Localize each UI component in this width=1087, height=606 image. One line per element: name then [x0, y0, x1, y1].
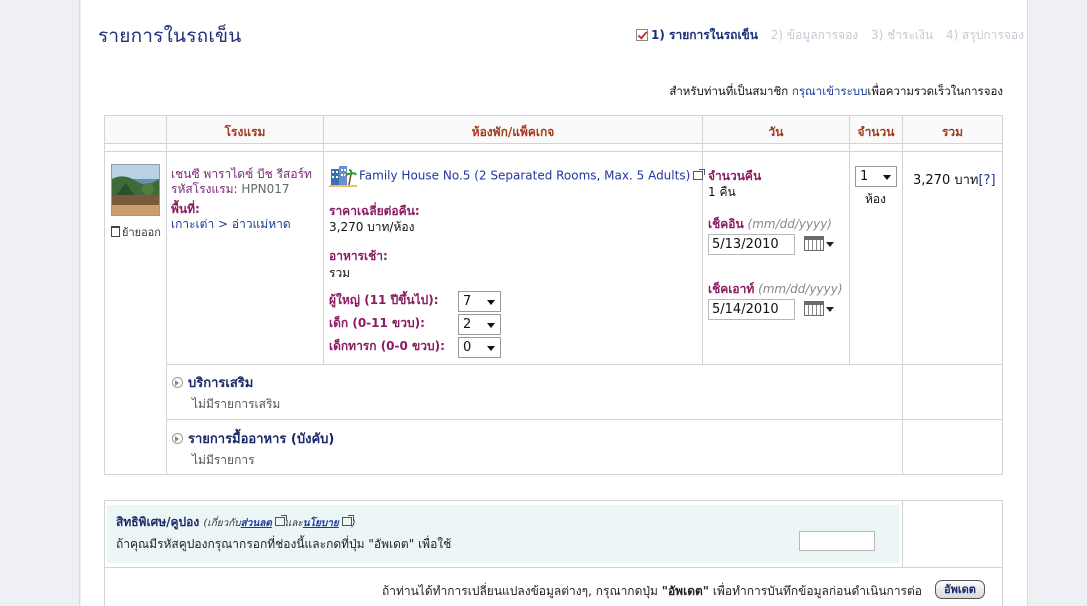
hotel-building-icon — [329, 165, 357, 187]
total-value: 3,270 บาท — [913, 173, 979, 188]
login-link[interactable]: กรุณาเข้าระบบ — [792, 84, 867, 98]
external-link-icon — [274, 515, 287, 526]
main-panel: รายการในรถเข็น 1) รายการในรถเข็น 2) ข้อม… — [81, 0, 1027, 606]
area-value[interactable]: เกาะเต่า > อ่าวแม่หาด — [171, 217, 312, 232]
expand-icon — [172, 433, 183, 444]
extras-empty: ไม่มีรายการเสริม — [192, 397, 281, 411]
divider — [166, 364, 1002, 365]
note-mid: และ — [284, 518, 303, 529]
col-total: รวม — [941, 125, 964, 139]
checkin-label: เช็คอิน — [708, 217, 744, 231]
extras-title: บริการเสริม — [188, 376, 254, 391]
discount-link[interactable]: ส่วนลด — [241, 518, 272, 529]
divider — [105, 151, 1002, 152]
hotel-thumbnail[interactable] — [111, 164, 160, 216]
trash-icon — [111, 226, 120, 237]
divider — [166, 419, 1002, 420]
update-button[interactable]: อัพเดต — [935, 580, 985, 599]
divider — [166, 116, 167, 474]
member-login-notice: สำหรับท่านที่เป็นสมาชิก กรุณาเข้าระบบเพื… — [669, 83, 1003, 101]
update-text-suffix: เพื่อทำการบันทึกข้อมูลก่อนดำเนินการต่อ — [709, 584, 922, 598]
divider — [323, 116, 324, 364]
step-cart: 1) รายการในรถเข็น — [651, 28, 758, 42]
update-text-bold: "อัพเดต" — [661, 584, 710, 598]
coupon-note: (เกี่ยวกับส่วนลด และนโยบาย) — [203, 515, 356, 529]
note-prefix: (เกี่ยวกับ — [203, 518, 241, 529]
update-text: ถ้าท่านได้ทำการเปลี่ยนแปลงข้อมูลต่างๆ, ก… — [382, 582, 922, 601]
update-text-prefix: ถ้าท่านได้ทำการเปลี่ยนแปลงข้อมูลต่างๆ, ก… — [381, 584, 662, 598]
children-label: เด็ก (0-11 ขวบ): — [329, 316, 425, 330]
coupon-section: สิทธิพิเศษ/คูปอง (เกี่ยวกับส่วนลด และนโยบ… — [104, 500, 1003, 568]
room-qty-unit: ห้อง — [865, 192, 886, 206]
right-margin — [1027, 0, 1087, 606]
meals-title: รายการมื้ออาหาร (บังคับ) — [188, 432, 335, 447]
booking-steps: 1) รายการในรถเข็น 2) ข้อมูลการจอง 3) ชำร… — [636, 26, 1033, 45]
coupon-title: สิทธิพิเศษ/คูปอง — [116, 515, 200, 529]
hotel-name[interactable]: เชนซี พาราไดซ์ บีช รีสอร์ท — [171, 167, 312, 182]
step-booking-info: 2) ข้อมูลการจอง — [770, 28, 859, 42]
table-header: โรงแรม ห้องพัก/แพ็คเกจ วัน จำนวน รวม — [105, 116, 1002, 144]
divider — [902, 116, 903, 474]
step-payment: 3) ชำระเงิน — [870, 28, 934, 42]
policy-link[interactable]: นโยบาย — [303, 518, 339, 529]
remove-item-button[interactable]: ย้ายออก — [111, 223, 161, 241]
checkout-label-row: เช็คเอาท์ (mm/dd/yyyy) — [708, 280, 843, 299]
hotel-code: รหัสโรงแรม: HPN017 — [171, 182, 312, 197]
room-name-link[interactable]: Family House No.5 (2 Separated Rooms, Ma… — [329, 165, 706, 187]
avg-price-value: 3,270 บาท/ห้อง — [329, 220, 415, 234]
divider — [902, 501, 903, 567]
room-name: Family House No.5 (2 Separated Rooms, Ma… — [359, 168, 691, 183]
total-help-link[interactable]: [?] — [978, 173, 995, 188]
checkout-label: เช็คเอาท์ — [708, 282, 755, 296]
external-link-icon — [693, 168, 706, 180]
divider — [849, 116, 850, 364]
coupon-title-row: สิทธิพิเศษ/คูปอง (เกี่ยวกับส่วนลด และนโยบ… — [116, 513, 356, 532]
cart-table: โรงแรม ห้องพัก/แพ็คเกจ วัน จำนวน รวม ย้า… — [104, 115, 1003, 475]
children-select[interactable]: 2 — [458, 314, 501, 335]
col-qty: จำนวน — [857, 125, 895, 139]
breakfast-value: รวม — [329, 266, 351, 280]
expand-icon — [172, 377, 183, 388]
room-qty-select[interactable]: 1 — [855, 166, 897, 187]
checkin-label-row: เช็คอิน (mm/dd/yyyy) — [708, 215, 832, 234]
area-label: พื้นที่: — [171, 202, 200, 216]
adults-select[interactable]: 7 — [458, 291, 501, 312]
nights-value: 1 คืน — [708, 185, 736, 199]
adults-label: ผู้ใหญ่ (11 ปีขึ้นไป): — [329, 293, 439, 307]
coupon-code-input[interactable] — [799, 531, 875, 551]
extras-section-toggle[interactable]: บริการเสริม — [172, 372, 253, 393]
hotel-info: เชนซี พาราไดซ์ บีช รีสอร์ท รหัสโรงแรม: H… — [171, 167, 312, 232]
col-date: วัน — [768, 125, 784, 139]
left-margin — [0, 0, 80, 606]
step-summary: 4) สรุปการจอง — [945, 28, 1024, 42]
update-notice: ถ้าท่านได้ทำการเปลี่ยนแปลงข้อมูลต่างๆ, ก… — [104, 568, 1003, 606]
checkin-calendar-icon[interactable] — [804, 236, 834, 252]
member-suffix: เพื่อความรวดเร็วในการจอง — [867, 84, 1003, 98]
meals-empty: ไม่มีรายการ — [192, 453, 255, 467]
hotel-code-value: HPN017 — [241, 182, 290, 196]
checkin-input[interactable]: 5/13/2010 — [708, 234, 795, 255]
coupon-instruction: ถ้าคุณมีรหัสคูปองกรุณากรอกที่ช่องนี้และก… — [116, 537, 452, 551]
row-total: 3,270 บาท[?] — [913, 169, 996, 190]
divider — [702, 116, 703, 364]
remove-label: ย้ายออก — [122, 226, 161, 239]
meals-section-toggle[interactable]: รายการมื้ออาหาร (บังคับ) — [172, 428, 334, 449]
hotel-code-label: รหัสโรงแรม: — [171, 182, 242, 196]
checkout-format: (mm/dd/yyyy) — [758, 282, 843, 296]
checkout-input[interactable]: 5/14/2010 — [708, 299, 795, 320]
col-hotel: โรงแรม — [224, 125, 266, 139]
checkin-format: (mm/dd/yyyy) — [747, 217, 832, 231]
infants-select[interactable]: 0 — [458, 337, 501, 358]
checkbox-check-icon — [636, 29, 648, 41]
external-link-icon — [341, 515, 354, 526]
col-room: ห้องพัก/แพ็คเกจ — [471, 125, 555, 139]
member-prefix: สำหรับท่านที่เป็นสมาชิก — [669, 84, 792, 98]
page-title: รายการในรถเข็น — [98, 25, 242, 47]
infants-label: เด็กทารก (0-0 ขวบ): — [329, 339, 445, 353]
checkout-calendar-icon[interactable] — [804, 301, 834, 317]
